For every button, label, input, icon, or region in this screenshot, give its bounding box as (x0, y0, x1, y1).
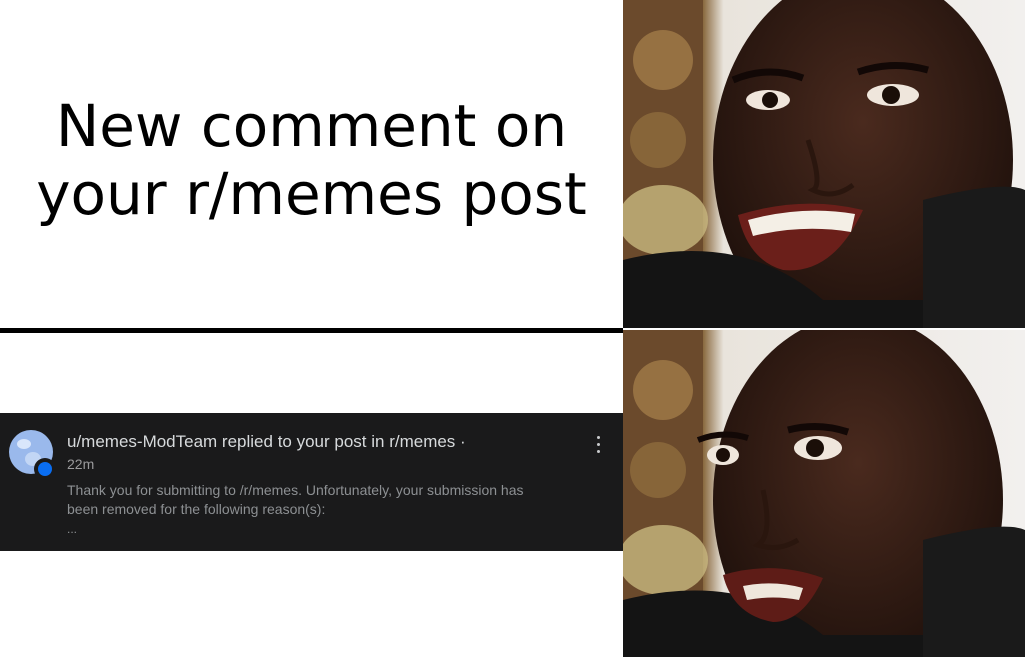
smiling-face-photo (623, 0, 1025, 328)
notification-body: Thank you for submitting to /r/memes. Un… (67, 482, 524, 517)
caption-line-2: your r/memes post (36, 160, 587, 228)
notification-time: 22m (67, 456, 95, 472)
notification-badge-icon (34, 458, 56, 480)
disappointed-face-photo (623, 330, 1025, 657)
caption-line-1: New comment on (55, 92, 568, 160)
caption-panel: New comment on your r/memes post (0, 0, 623, 330)
caption-text: New comment on your r/memes post (36, 92, 587, 228)
more-options-icon[interactable] (593, 436, 603, 458)
notification-title[interactable]: u/memes-ModTeam replied to your post in … (67, 432, 466, 452)
avatar-highlight (17, 439, 31, 449)
badge-dot (38, 462, 52, 476)
notification-ellipsis: ... (67, 522, 78, 536)
